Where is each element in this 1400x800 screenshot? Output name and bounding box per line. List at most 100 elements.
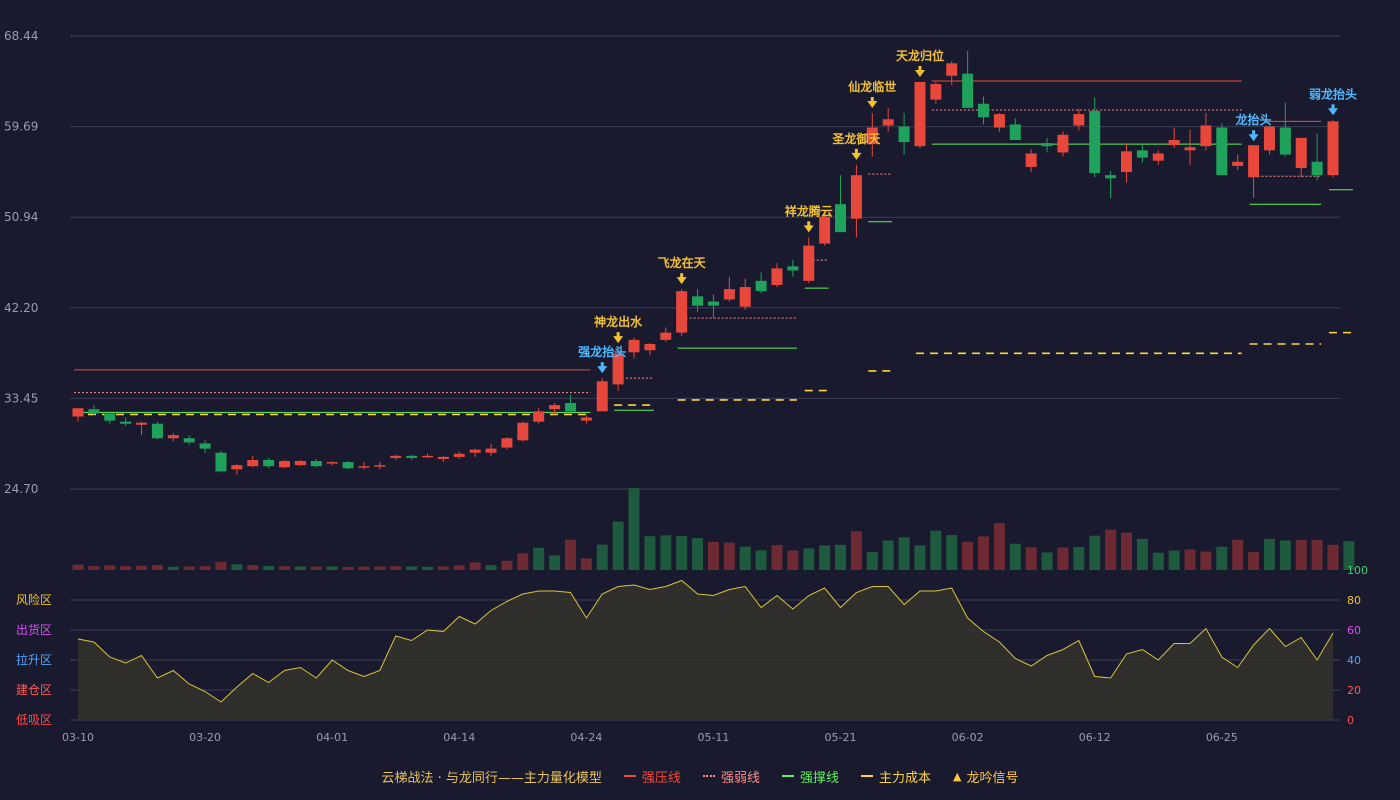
volume-bar bbox=[517, 553, 529, 570]
candle-body bbox=[564, 403, 576, 412]
volume-bar bbox=[898, 537, 910, 570]
candle-body bbox=[835, 204, 847, 233]
date-tick-label: 05-21 bbox=[825, 731, 857, 744]
candle-body bbox=[469, 449, 481, 453]
candle-body bbox=[374, 465, 386, 467]
candle-body bbox=[930, 84, 942, 100]
price-tick-label: 33.45 bbox=[4, 391, 38, 405]
volume-bar bbox=[882, 540, 894, 570]
candle-body bbox=[1311, 161, 1323, 176]
legend-strength-swatch bbox=[702, 775, 715, 777]
volume-bar bbox=[342, 567, 354, 570]
legend-cost-item[interactable]: 主力成本 bbox=[860, 767, 931, 786]
volume-bar bbox=[723, 542, 735, 570]
candle bbox=[215, 450, 227, 473]
volume-bar bbox=[104, 565, 116, 570]
candle-body bbox=[1041, 143, 1053, 147]
candle bbox=[1216, 123, 1228, 176]
date-tick-label: 04-24 bbox=[570, 731, 602, 744]
volume-bar bbox=[1184, 549, 1196, 570]
candle bbox=[914, 81, 926, 149]
volume-bar bbox=[564, 539, 576, 570]
volume-bar bbox=[485, 565, 497, 570]
candle-body bbox=[358, 466, 370, 468]
legend-title: 云梯战法 · 与龙同行——主力量化模型 bbox=[381, 770, 602, 786]
candle-body bbox=[533, 411, 545, 422]
volume-bar bbox=[835, 544, 847, 570]
candle-body bbox=[1216, 127, 1228, 176]
candle-body bbox=[326, 462, 338, 464]
candle-body bbox=[549, 405, 561, 410]
volume-bar bbox=[1105, 529, 1117, 570]
volume-bar bbox=[993, 523, 1005, 570]
volume-bar bbox=[819, 545, 831, 570]
volume-bar bbox=[501, 560, 513, 570]
candle-body bbox=[1105, 175, 1117, 179]
signal-label: 飞龙在天 bbox=[658, 255, 707, 270]
candle-body bbox=[421, 455, 433, 458]
candle-body bbox=[517, 422, 529, 441]
candle-body bbox=[962, 73, 974, 108]
volume-bar bbox=[1089, 535, 1101, 570]
legend-signal-item[interactable]: ▲ 龙吟信号 bbox=[953, 767, 1018, 786]
candle-body bbox=[215, 452, 227, 472]
signal-label: 天龙归位 bbox=[896, 48, 944, 63]
triangle-icon: ▲ bbox=[952, 769, 962, 783]
candle-body bbox=[485, 448, 497, 453]
candle-body bbox=[1184, 147, 1196, 151]
volume-bar bbox=[151, 565, 163, 570]
candle-body bbox=[104, 413, 116, 421]
date-tick-label: 05-11 bbox=[697, 731, 729, 744]
volume-bar bbox=[374, 566, 386, 570]
signal-label: 神龙出水 bbox=[594, 314, 643, 329]
candle-body bbox=[310, 461, 322, 467]
candle-body bbox=[1200, 125, 1212, 147]
candle-body bbox=[1089, 110, 1101, 174]
price-tick-label: 59.69 bbox=[4, 120, 38, 134]
volume-bar bbox=[533, 547, 545, 570]
candle-body bbox=[898, 126, 910, 143]
volume-bar bbox=[850, 531, 862, 570]
volume-bar bbox=[755, 550, 767, 570]
volume-bar bbox=[215, 561, 227, 570]
volume-bar bbox=[787, 550, 799, 570]
volume-bar bbox=[453, 565, 465, 570]
candle-body bbox=[1279, 127, 1291, 155]
legend-pressure-item[interactable]: 强压线 bbox=[623, 767, 681, 786]
price-tick-label: 24.70 bbox=[4, 482, 38, 496]
oscillator-tick-label: 40 bbox=[1347, 654, 1361, 667]
volume-bar bbox=[1136, 538, 1148, 570]
candle-body bbox=[151, 423, 163, 439]
legend-support-item[interactable]: 强撑线 bbox=[781, 767, 839, 786]
candle-body bbox=[819, 216, 831, 244]
volume-bar bbox=[1120, 532, 1132, 570]
candle-body bbox=[628, 339, 640, 353]
legend-support-label: 强撑线 bbox=[799, 770, 839, 786]
legend-strength-item[interactable]: 强弱线 bbox=[702, 767, 760, 786]
chart-legend: 云梯战法 · 与龙同行——主力量化模型 强压线 强弱线 强撑线 主力成本 ▲ 龙… bbox=[0, 766, 1400, 786]
volume-bar bbox=[88, 565, 100, 570]
stock-chart: 强龙抬头 神龙出水 飞龙在天 祥龙腾云 圣龙御天 仙龙临世 天龙归位龙抬头 弱龙抬头 68.4… bbox=[0, 0, 1400, 800]
date-tick-label: 03-10 bbox=[62, 731, 94, 744]
candle-body bbox=[1248, 145, 1260, 178]
date-tick-label: 04-01 bbox=[316, 731, 348, 744]
volume-bar bbox=[1311, 539, 1323, 570]
candle-body bbox=[882, 119, 894, 126]
candle-body bbox=[914, 81, 926, 147]
volume-bar bbox=[866, 552, 878, 570]
zone-label: 拉升区 bbox=[16, 652, 52, 667]
volume-bar bbox=[612, 521, 624, 570]
oscillator-tick-label: 100 bbox=[1347, 564, 1368, 577]
candle-body bbox=[1263, 126, 1275, 151]
candle-body bbox=[199, 443, 211, 449]
candle-body bbox=[1232, 161, 1244, 166]
volume-bar bbox=[120, 566, 132, 570]
volume-bar bbox=[628, 488, 640, 570]
candle-body bbox=[406, 455, 418, 458]
volume-bar bbox=[1057, 547, 1069, 570]
signal-label: 祥龙腾云 bbox=[785, 203, 833, 218]
candle-body bbox=[596, 381, 608, 412]
candle-body bbox=[755, 280, 767, 292]
signal-label: 强龙抬头 bbox=[578, 344, 626, 359]
volume-bar bbox=[1295, 539, 1307, 570]
